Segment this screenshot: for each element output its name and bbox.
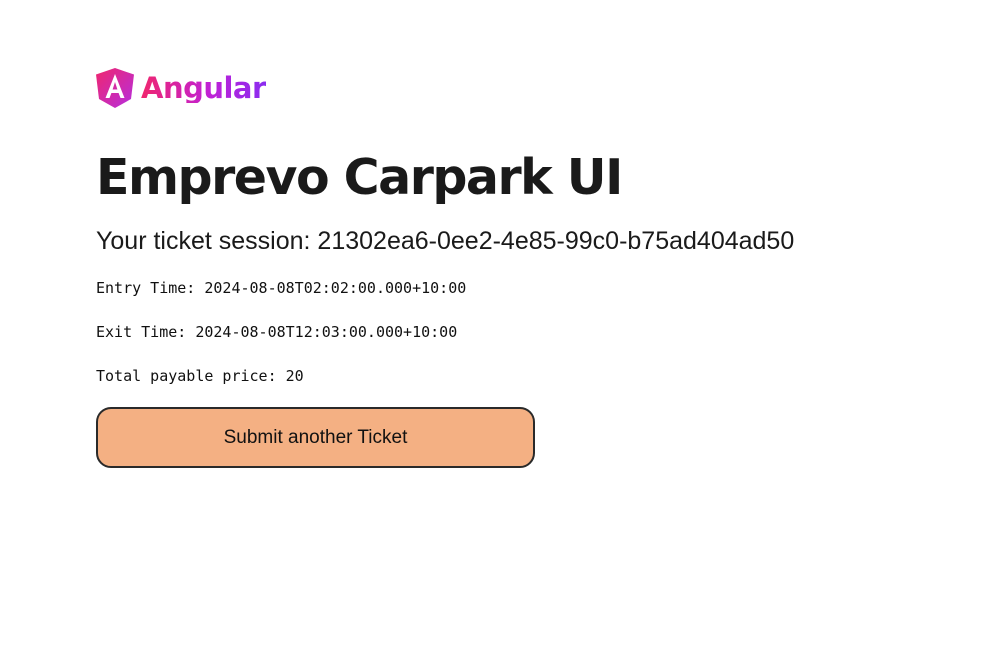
page-title: Emprevo Carpark UI	[96, 149, 623, 206]
angular-shield-icon	[96, 68, 134, 108]
price-value: 20	[285, 367, 304, 385]
session-label: Your ticket session:	[96, 227, 311, 255]
entry-time-label: Entry Time:	[96, 279, 196, 297]
price-row: Total payable price: 20	[96, 366, 956, 386]
angular-logo: Angular	[96, 66, 956, 110]
price-label: Total payable price:	[96, 367, 277, 385]
submit-another-ticket-button[interactable]: Submit another Ticket	[96, 407, 535, 468]
exit-time-row: Exit Time: 2024-08-08T12:03:00.000+10:00	[96, 322, 956, 342]
main-content: Angular Emprevo Carpark UI Your ticket s…	[96, 66, 956, 468]
exit-time-label: Exit Time:	[96, 323, 187, 341]
ticket-session: Your ticket session: 21302ea6-0ee2-4e85-…	[96, 226, 956, 256]
entry-time-row: Entry Time: 2024-08-08T02:02:00.000+10:0…	[96, 278, 956, 298]
brand-name: Angular	[141, 70, 266, 105]
session-id: 21302ea6-0ee2-4e85-99c0-b75ad404ad50	[317, 227, 795, 255]
exit-time-value: 2024-08-08T12:03:00.000+10:00	[195, 323, 458, 341]
entry-time-value: 2024-08-08T02:02:00.000+10:00	[204, 279, 467, 297]
